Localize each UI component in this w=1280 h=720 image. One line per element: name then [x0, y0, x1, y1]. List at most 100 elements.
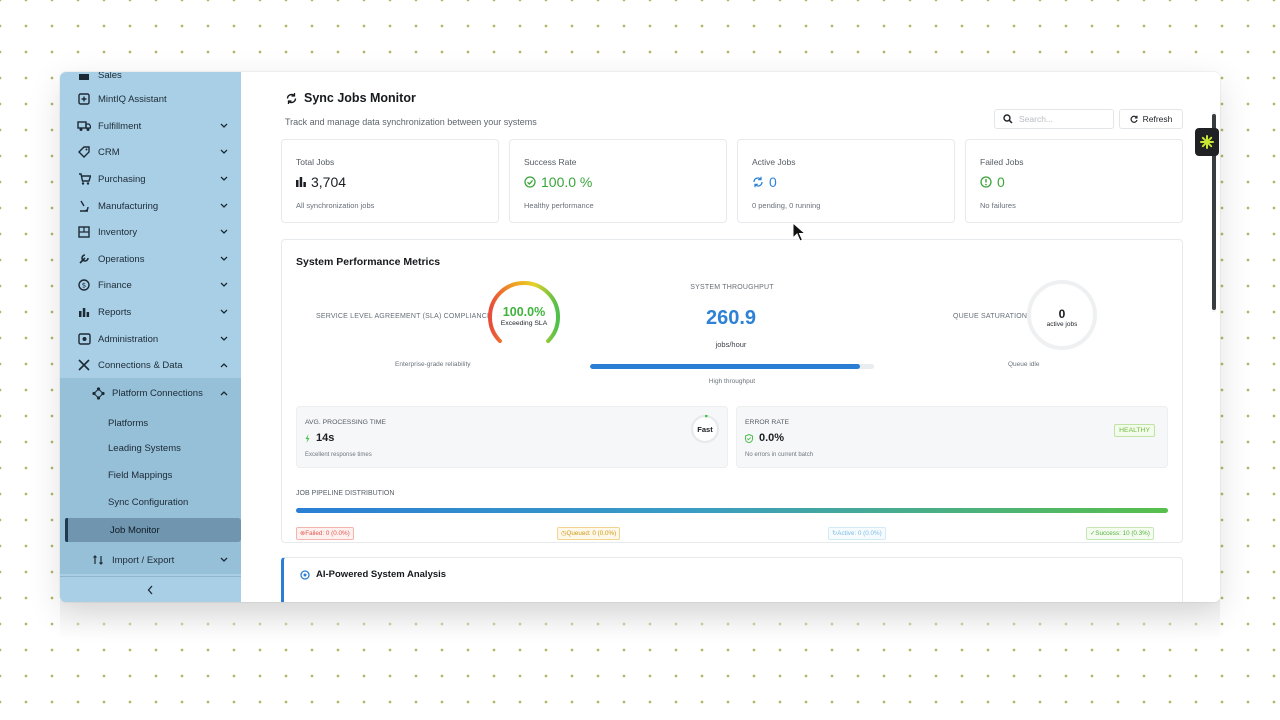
sidebar-item-finance[interactable]: $ Finance: [60, 272, 241, 298]
page-title: Sync Jobs Monitor: [304, 91, 416, 105]
sidebar-item-label: Platforms: [108, 417, 149, 429]
sidebar-item-purchasing[interactable]: Purchasing: [60, 166, 241, 192]
chevron-left-icon: [147, 585, 154, 595]
search-input[interactable]: Search...: [994, 109, 1114, 129]
sidebar-item-label: CRM: [98, 146, 120, 158]
sidebar-item-label: Sales: [98, 72, 122, 81]
page-subtitle: Track and manage data synchronization be…: [285, 117, 537, 127]
sidebar-item-sync-configuration[interactable]: Sync Configuration: [60, 489, 241, 516]
refresh-button[interactable]: Refresh: [1119, 109, 1183, 129]
sidebar-item-leading-systems[interactable]: Leading Systems: [60, 435, 241, 462]
window-reflection: [60, 600, 1220, 640]
processing-time-card: AVG. PROCESSING TIME 14s Excellent respo…: [296, 406, 728, 468]
ai-analysis-panel[interactable]: AI-Powered System Analysis: [281, 557, 1183, 602]
refresh-icon: [1130, 115, 1138, 123]
sidebar-collapse-button[interactable]: [60, 576, 241, 602]
sidebar-item-platforms[interactable]: Platforms: [60, 408, 241, 438]
sla-value: 100.0%: [502, 305, 546, 319]
sidebar-item-label: Finance: [98, 279, 132, 291]
chevron-down-icon: [219, 121, 229, 131]
throughput-label: SYSTEM THROUGHPUT: [690, 284, 774, 291]
stat-label: Active Jobs: [752, 157, 796, 167]
failed-jobs-value: 0: [997, 174, 1005, 190]
chip-label: Failed: 0 (0.0%): [305, 530, 350, 537]
chevron-down-icon: [219, 254, 229, 264]
bar-chart-icon: [76, 304, 92, 320]
processing-label: AVG. PROCESSING TIME: [305, 419, 386, 426]
stat-description: Healthy performance: [524, 201, 594, 210]
sidebar-item-fulfillment[interactable]: Fulfillment: [60, 113, 241, 139]
dollar-icon: $: [76, 277, 92, 293]
stat-card-failed-jobs: Failed Jobs 0 No failures: [965, 139, 1183, 223]
throughput-bar: [590, 364, 874, 369]
error-rate-card: ERROR RATE 0.0% No errors in current bat…: [736, 406, 1168, 468]
sidebar-item-label: Leading Systems: [108, 443, 181, 454]
ai-analysis-title: AI-Powered System Analysis: [316, 569, 447, 580]
queue-value: 0: [1058, 307, 1066, 321]
sidebar-item-crm[interactable]: CRM: [60, 139, 241, 165]
tag-icon: [76, 144, 92, 160]
queue-label: QUEUE SATURATION: [953, 313, 1028, 320]
svg-text:$: $: [82, 282, 86, 290]
truck-icon: [76, 118, 92, 134]
sync-icon: [285, 92, 298, 105]
sidebar-item-label: Platform Connections: [112, 387, 203, 399]
sidebar-item-job-monitor[interactable]: Job Monitor: [65, 518, 241, 542]
bar-chart-icon: [296, 177, 306, 187]
sidebar: Sales MintIQ Assistant Fulfillment CRM P…: [60, 72, 241, 602]
sidebar-item-platform-connections[interactable]: Platform Connections: [60, 378, 241, 408]
bolt-icon: [305, 433, 310, 443]
fast-badge: Fast: [697, 425, 713, 434]
throughput-bar-fill: [590, 364, 860, 369]
import-export-icon: [90, 552, 106, 568]
admin-icon: [76, 331, 92, 347]
search-icon: [1003, 114, 1013, 124]
processing-value: 14s: [316, 432, 335, 444]
sidebar-item-mintiq-assistant[interactable]: MintIQ Assistant: [60, 86, 241, 112]
sidebar-item-label: Field Mappings: [108, 470, 173, 481]
chip-label: Active: 0 (0.0%): [837, 530, 882, 537]
shield-check-icon: [745, 433, 753, 443]
chevron-up-icon: [219, 388, 229, 398]
pipeline-chip-success: ✓Success: 10 (0.3%): [1086, 527, 1154, 540]
ai-chip-icon: [300, 569, 310, 580]
sidebar-item-manufacturing[interactable]: Manufacturing: [60, 193, 241, 219]
chevron-down-icon: [219, 555, 229, 565]
sidebar-item-label: Fulfillment: [98, 120, 142, 132]
stat-value: 3,704: [296, 174, 346, 190]
sidebar-item-inventory[interactable]: Inventory: [60, 219, 241, 245]
error-note: No errors in current batch: [745, 452, 814, 458]
stat-value: 0: [980, 174, 1005, 190]
sidebar-item-field-mappings[interactable]: Field Mappings: [60, 462, 241, 489]
healthy-badge: HEALTHY: [1114, 424, 1155, 437]
sidebar-item-import-export[interactable]: Import / Export: [60, 546, 241, 574]
sidebar-item-reports[interactable]: Reports: [60, 299, 241, 325]
sidebar-item-connections-data[interactable]: Connections & Data: [60, 352, 241, 378]
pipeline-chip-queued: ◷Queued: 0 (0.0%): [557, 527, 621, 540]
floating-assistant-button[interactable]: [1195, 128, 1219, 156]
sidebar-item-operations[interactable]: Operations: [60, 246, 241, 272]
sidebar-item-administration[interactable]: Administration: [60, 326, 241, 352]
sidebar-item-label: Connections & Data: [98, 359, 183, 371]
mouse-cursor: [792, 221, 807, 247]
chevron-down-icon: [219, 334, 229, 344]
panel-title: System Performance Metrics: [296, 256, 441, 268]
queue-caption: active jobs: [1046, 321, 1078, 328]
sla-caption: Exceeding SLA: [500, 320, 548, 327]
wrench-icon: [76, 251, 92, 267]
inventory-icon: [76, 224, 92, 240]
sidebar-item-label: Administration: [98, 333, 159, 345]
throughput-value: 260.9: [705, 307, 757, 329]
tools-icon: [76, 357, 92, 373]
chevron-down-icon: [219, 280, 229, 290]
sla-note: Enterprise-grade reliability: [395, 361, 471, 368]
sales-icon: [76, 72, 92, 83]
active-jobs-value: 0: [769, 174, 777, 190]
stat-label: Total Jobs: [296, 157, 335, 167]
stat-card-active-jobs: Active Jobs 0 0 pending, 0 running: [737, 139, 955, 223]
stat-card-success-rate: Success Rate 100.0 % Healthy performance: [509, 139, 727, 223]
throughput-unit: jobs/hour: [715, 340, 747, 349]
pipeline-chip-active: ↻Active: 0 (0.0%): [828, 527, 886, 540]
search-placeholder: Search...: [1019, 114, 1054, 124]
stat-label: Failed Jobs: [980, 157, 1024, 167]
